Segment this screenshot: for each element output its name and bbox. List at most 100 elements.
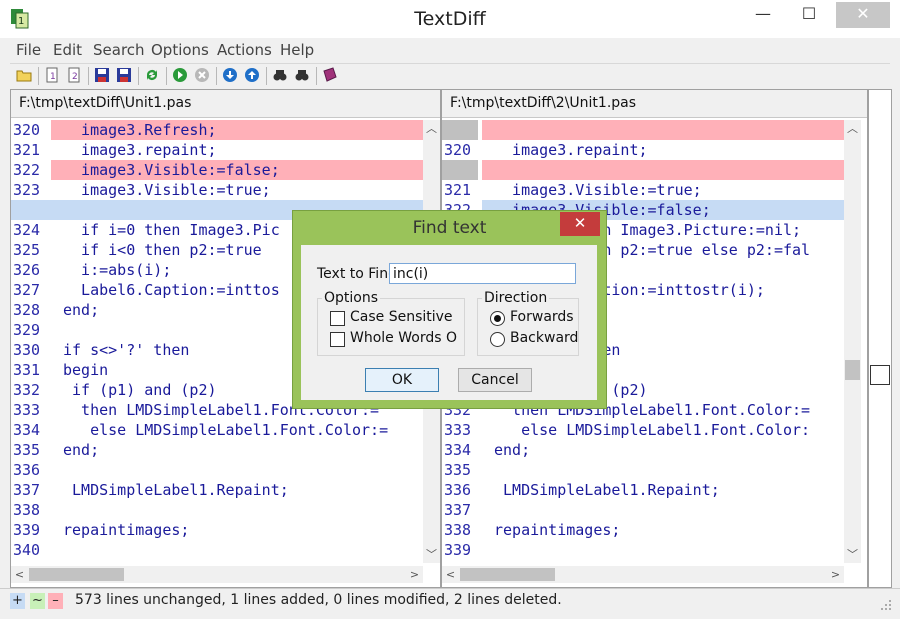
code-text: else LMDSimpleLabel1.Font.Color: [494, 421, 811, 439]
line-number: 337 [444, 501, 472, 519]
file-2-icon[interactable]: 2 [66, 67, 82, 83]
gutter-blank [442, 160, 478, 180]
right-vertical-scrollbar[interactable]: ︿ ﹀ [844, 120, 861, 563]
toolbar-separator [38, 67, 39, 85]
dialog-close-button[interactable]: ✕ [560, 212, 600, 236]
cancel-button[interactable]: Cancel [458, 368, 532, 392]
line-number: 323 [13, 181, 41, 199]
menu-actions[interactable]: Actions [217, 41, 272, 59]
line-number: 337 [13, 481, 41, 499]
open-folder-icon[interactable] [16, 67, 32, 83]
code-line: 323 image3.Visible:=true; [11, 180, 423, 200]
left-file-path: F:\tmp\textDiff\Unit1.pas [11, 90, 440, 118]
dialog-body: Text to Find inc(i) Options Case Sensiti… [301, 245, 597, 400]
left-horizontal-scrollbar[interactable]: < > [11, 566, 423, 583]
line-number: 334 [13, 421, 41, 439]
scroll-left-arrow-icon[interactable]: < [11, 566, 28, 583]
code-line: 338 [11, 500, 423, 520]
menu-file[interactable]: File [16, 41, 41, 59]
minimize-button[interactable]: — [742, 2, 784, 28]
toolbar-separator [216, 67, 217, 85]
line-number: 335 [444, 461, 472, 479]
toolbar-separator [316, 67, 317, 85]
toolbar: 1 2 [10, 63, 890, 88]
options-group-label: Options [322, 290, 381, 306]
toolbar-separator [166, 67, 167, 85]
book-icon[interactable] [322, 67, 338, 83]
save-all-icon[interactable] [116, 67, 132, 83]
line-number: 321 [444, 181, 472, 199]
code-line: 320 image3.Refresh; [11, 120, 423, 140]
code-text: end; [494, 441, 531, 459]
whole-words-checkbox[interactable] [330, 332, 345, 347]
right-horizontal-scrollbar[interactable]: < > [442, 566, 844, 583]
maximize-button[interactable]: ☐ [788, 2, 830, 28]
code-text: image3.repaint; [63, 141, 217, 159]
added-marker: + [10, 593, 25, 609]
direction-group: Direction Forwards Backward [477, 290, 579, 356]
scroll-thumb[interactable] [29, 568, 124, 581]
text-to-find-label: Text to Find [317, 266, 397, 282]
line-number: 329 [13, 321, 41, 339]
scroll-right-arrow-icon[interactable]: > [406, 566, 423, 583]
refresh-icon[interactable] [144, 67, 160, 83]
line-number: 327 [13, 281, 41, 299]
go-icon[interactable] [172, 67, 188, 83]
stop-icon[interactable] [194, 67, 210, 83]
scroll-up-arrow-icon[interactable]: ︿ [844, 120, 861, 137]
prev-diff-up-icon[interactable] [244, 67, 260, 83]
close-button[interactable]: ✕ [836, 2, 890, 28]
menu-help[interactable]: Help [280, 41, 314, 59]
line-number: 328 [13, 301, 41, 319]
scroll-left-arrow-icon[interactable]: < [442, 566, 459, 583]
scroll-thumb[interactable] [460, 568, 555, 581]
menu-search[interactable]: Search [93, 41, 145, 59]
added-line-highlight [11, 200, 51, 220]
code-line: 339 [442, 540, 844, 560]
ok-button[interactable]: OK [365, 368, 439, 392]
code-line: 337 [442, 500, 844, 520]
scroll-down-arrow-icon[interactable]: ﹀ [423, 546, 440, 563]
scroll-down-arrow-icon[interactable]: ﹀ [844, 546, 861, 563]
status-text: 573 lines unchanged, 1 lines added, 0 li… [75, 592, 562, 608]
diff-overview-strip[interactable] [868, 89, 892, 588]
code-line: 320 image3.repaint; [442, 140, 844, 160]
svg-text:2: 2 [72, 72, 78, 82]
code-text: end; [63, 441, 100, 459]
resize-grip-icon[interactable] [880, 599, 892, 611]
overview-position-marker[interactable] [870, 365, 890, 385]
line-number: 336 [13, 461, 41, 479]
scroll-thumb[interactable] [845, 360, 860, 380]
code-text: LMDSimpleLabel1.Repaint; [63, 481, 289, 499]
toolbar-separator [138, 67, 139, 85]
code-line: 334 else LMDSimpleLabel1.Font.Color:= [11, 420, 423, 440]
forwards-radio[interactable] [490, 311, 505, 326]
main-window: 1 TextDiff — ☐ ✕ File Edit Search Option… [0, 0, 900, 619]
case-sensitive-checkbox[interactable] [330, 311, 345, 326]
backward-radio[interactable] [490, 332, 505, 347]
line-number: 331 [13, 361, 41, 379]
scroll-up-arrow-icon[interactable]: ︿ [423, 120, 440, 137]
code-line: 336 LMDSimpleLabel1.Repaint; [442, 480, 844, 500]
line-number: 333 [13, 401, 41, 419]
line-number: 339 [13, 521, 41, 539]
line-number: 335 [13, 441, 41, 459]
menu-options[interactable]: Options [151, 41, 209, 59]
file-1-icon[interactable]: 1 [44, 67, 60, 83]
line-number: 334 [444, 441, 472, 459]
find-next-icon[interactable] [294, 67, 310, 83]
code-line: 335 end; [11, 440, 423, 460]
text-to-find-input[interactable]: inc(i) [389, 263, 576, 284]
find-icon[interactable] [272, 67, 288, 83]
menu-edit[interactable]: Edit [53, 41, 82, 59]
save-icon[interactable] [94, 67, 110, 83]
line-number: 333 [444, 421, 472, 439]
next-diff-down-icon[interactable] [222, 67, 238, 83]
scroll-right-arrow-icon[interactable]: > [827, 566, 844, 583]
code-line: 340 [11, 540, 423, 560]
line-number: 330 [13, 341, 41, 359]
